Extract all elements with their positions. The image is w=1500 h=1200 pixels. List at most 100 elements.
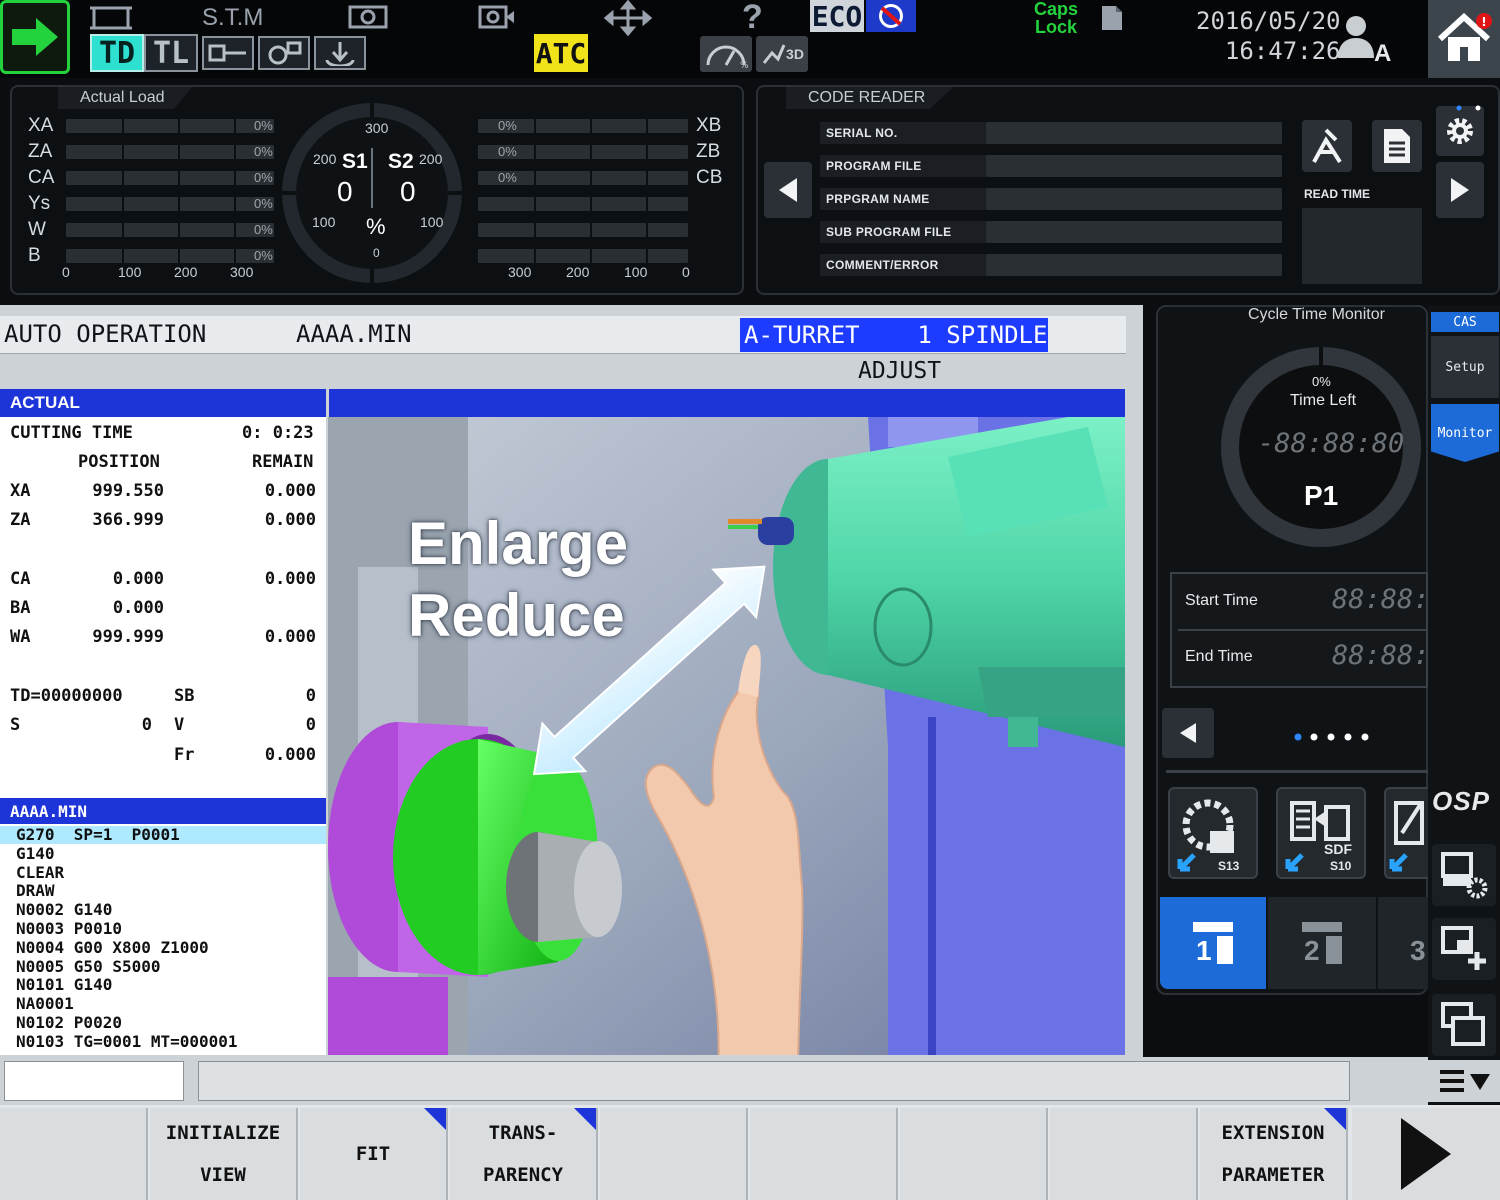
time-left-value: -88:88:80 bbox=[1258, 428, 1405, 459]
load-bar bbox=[66, 119, 274, 133]
function-key[interactable] bbox=[750, 1108, 898, 1200]
read-time-box bbox=[1302, 208, 1422, 284]
svg-text:!: ! bbox=[1481, 15, 1486, 29]
ctm-divider bbox=[1166, 770, 1428, 773]
load-unload-icon[interactable] bbox=[314, 36, 366, 70]
monitor-tab[interactable]: Monitor bbox=[1431, 404, 1499, 462]
3d-simulation-view[interactable]: Enlarge Reduce bbox=[328, 417, 1125, 1055]
setup-tab[interactable]: Setup bbox=[1431, 336, 1499, 398]
tool-holder-icon[interactable] bbox=[344, 2, 392, 37]
load-gauge-icon[interactable]: % bbox=[700, 36, 752, 72]
gauge-unit: % bbox=[366, 214, 386, 239]
td-tl-toggle[interactable]: TD TL bbox=[90, 34, 198, 72]
window-settings-button[interactable] bbox=[1432, 844, 1496, 906]
s-label: S bbox=[10, 715, 21, 735]
machine-frame-icon[interactable] bbox=[88, 2, 134, 37]
stm-label[interactable]: S.T.M bbox=[202, 4, 263, 32]
turret-spindle-indicator[interactable]: A-TURRET 1 SPINDLE bbox=[740, 318, 1048, 352]
function-key-line1: EXTENSION bbox=[1221, 1122, 1325, 1144]
function-key[interactable] bbox=[900, 1108, 1048, 1200]
user-icon[interactable] bbox=[1336, 14, 1376, 63]
program-line: CLEAR bbox=[16, 862, 65, 882]
atc-badge[interactable]: ATC bbox=[534, 34, 588, 72]
cascade-window-button[interactable] bbox=[1432, 994, 1496, 1056]
eco-badge[interactable]: ECO bbox=[810, 0, 864, 33]
layout-tab-2[interactable]: 2 bbox=[1268, 897, 1376, 989]
gauge-left-200: 200 bbox=[313, 151, 337, 167]
load-scale-tick: 0 bbox=[682, 264, 690, 280]
load-bar bbox=[478, 197, 688, 211]
layout-tab-1[interactable]: 1 bbox=[1160, 897, 1266, 989]
tool-measure-icon[interactable] bbox=[202, 36, 254, 70]
s10-label: S10 bbox=[1330, 859, 1352, 873]
layout-tab-3[interactable]: 3 bbox=[1378, 897, 1428, 989]
function-key-line1: TRANS- bbox=[488, 1122, 558, 1144]
command-input[interactable] bbox=[4, 1061, 184, 1101]
add-window-button[interactable] bbox=[1432, 918, 1496, 980]
cas-tab[interactable]: CAS bbox=[1431, 312, 1499, 332]
program-line: N0103 TG=0001 MT=000001 bbox=[16, 1031, 238, 1051]
program-line: NA0001 bbox=[16, 994, 74, 1014]
tl-label[interactable]: TL bbox=[144, 34, 198, 72]
function-key-line2: PARENCY bbox=[482, 1164, 564, 1186]
program-header: AAAA.MIN bbox=[0, 798, 326, 824]
start-time-label: Start Time bbox=[1185, 592, 1258, 609]
load-scale-tick: 100 bbox=[624, 264, 648, 280]
load-percent: 0% bbox=[498, 170, 517, 185]
function-key[interactable]: TRANS- PARENCY bbox=[450, 1108, 598, 1200]
code-reader-prev-button[interactable] bbox=[764, 162, 812, 218]
program-listing[interactable]: G270 SP=1 P0001 G140 CLEAR DRAW N0002 G140 N0… bbox=[0, 824, 326, 1055]
gauge-bottom-0: 0 bbox=[373, 246, 380, 260]
function-key[interactable] bbox=[1050, 1108, 1198, 1200]
cycle-start-arrow-icon[interactable] bbox=[0, 0, 70, 74]
workpiece-measure-icon[interactable] bbox=[258, 36, 310, 70]
ctm-prev-button[interactable] bbox=[1162, 708, 1214, 758]
eco-idle-stop-icon[interactable] bbox=[866, 0, 916, 32]
time-divider bbox=[1178, 629, 1428, 631]
axis-position: 999.550 bbox=[92, 481, 164, 501]
spindle-orient-icon[interactable] bbox=[476, 2, 516, 37]
date-time-display: 2016/05/20 16:47:26 bbox=[1196, 6, 1341, 66]
function-key-line1: INITIALIZE bbox=[165, 1122, 281, 1144]
help-icon[interactable]: ? bbox=[742, 0, 763, 37]
layout-tab-1-label: 1 bbox=[1196, 935, 1212, 966]
td-label[interactable]: TD bbox=[90, 34, 144, 72]
load-scale-tick: 200 bbox=[174, 264, 198, 280]
osp-logo: OSP bbox=[1432, 786, 1490, 816]
program-line: N0101 G140 bbox=[16, 975, 113, 995]
reduce-text: Reduce bbox=[408, 582, 625, 649]
function-key[interactable]: EXTENSION PARAMETER bbox=[1200, 1108, 1348, 1200]
s1-value: 0 bbox=[337, 176, 353, 207]
view-header-strip bbox=[329, 389, 1125, 417]
function-key[interactable] bbox=[600, 1108, 748, 1200]
home-button[interactable]: ! bbox=[1428, 0, 1500, 78]
function-key[interactable] bbox=[0, 1108, 148, 1200]
load-bar bbox=[66, 171, 274, 185]
edit-tool-button[interactable] bbox=[1384, 787, 1428, 879]
mpu-spindle-button[interactable]: S13 bbox=[1168, 787, 1258, 879]
sdf-label: SDF bbox=[1324, 841, 1352, 857]
function-key[interactable]: INITIALIZE VIEW bbox=[150, 1108, 298, 1200]
time-text: 16:47:26 bbox=[1224, 37, 1341, 65]
menu-dropdown-button[interactable] bbox=[1428, 1060, 1500, 1102]
next-page-arrow-icon[interactable] bbox=[1352, 1108, 1500, 1200]
reader-scan-button[interactable] bbox=[1302, 120, 1352, 172]
page-dots-icon bbox=[1456, 98, 1484, 116]
submenu-corner-icon bbox=[424, 1108, 446, 1130]
submenu-corner-icon bbox=[1324, 1108, 1346, 1130]
axis-name: WA bbox=[10, 627, 31, 647]
code-reader-field-label: PROGRAM FILE bbox=[826, 159, 922, 173]
sdf-button[interactable]: SDF S10 bbox=[1276, 787, 1366, 879]
s1-label: S1 bbox=[342, 150, 368, 173]
reader-document-button[interactable] bbox=[1372, 120, 1422, 172]
load-percent: 0% bbox=[498, 118, 517, 133]
v-label: V bbox=[174, 715, 185, 735]
v-value: 0 bbox=[305, 715, 316, 735]
program-line: N0005 G50 S5000 bbox=[16, 956, 161, 976]
code-reader-next-button[interactable] bbox=[1436, 162, 1484, 218]
axis-move-icon[interactable] bbox=[603, 0, 653, 41]
3d-collision-icon[interactable]: 3D bbox=[756, 36, 808, 72]
function-key[interactable]: FIT bbox=[300, 1108, 448, 1200]
code-reader-field-label: SUB PROGRAM FILE bbox=[826, 225, 952, 239]
file-icon[interactable] bbox=[1100, 4, 1124, 37]
